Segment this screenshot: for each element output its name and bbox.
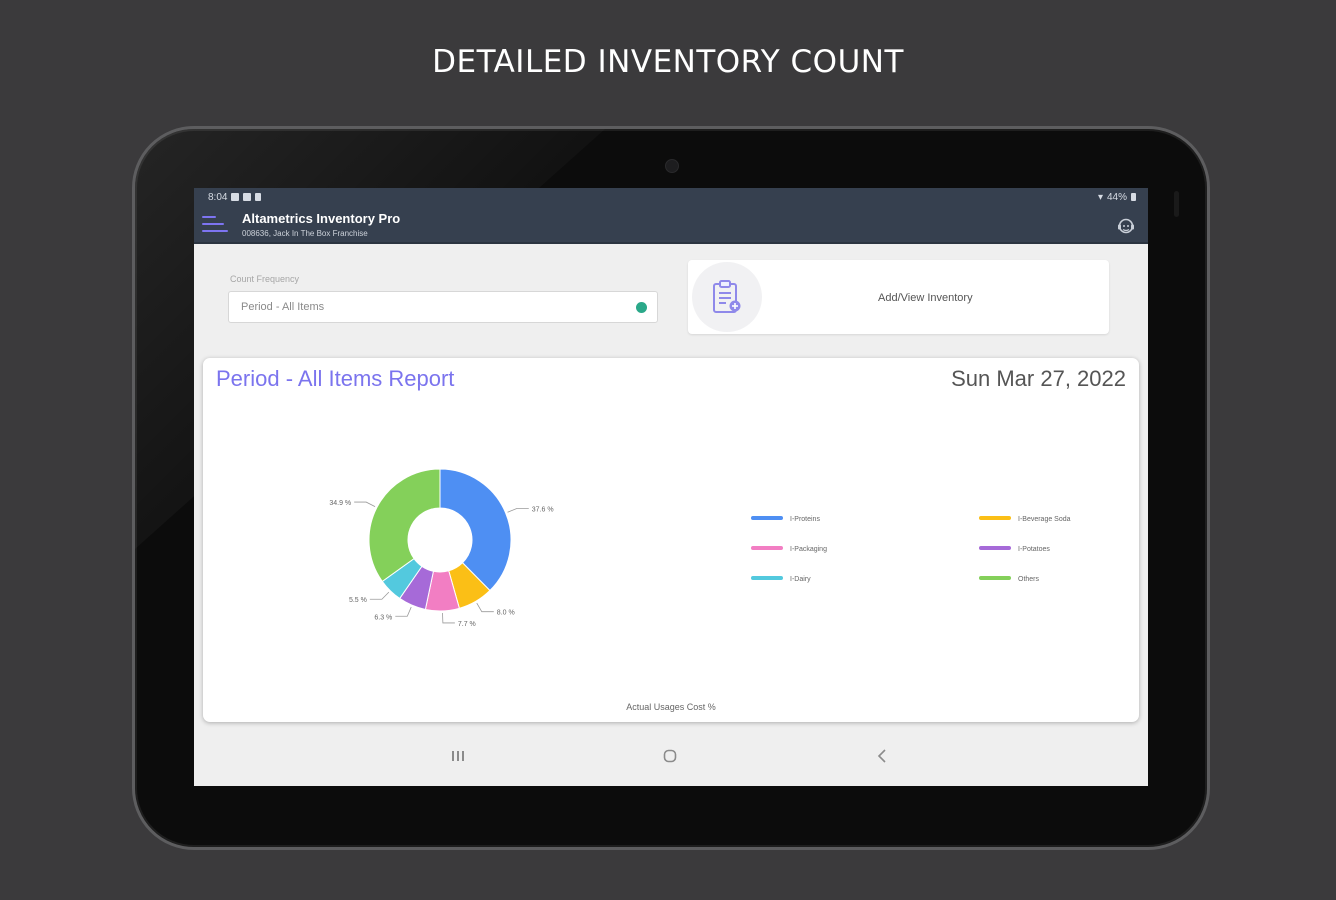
status-bar: 8:04 ▾ 44%: [194, 188, 1148, 206]
chart-x-label: Actual Usages Cost %: [626, 702, 716, 712]
legend-swatch-i-dairy: [751, 576, 783, 580]
battery-level: 44%: [1106, 191, 1127, 203]
dropdown-indicator-icon: [636, 302, 647, 313]
legend-label-others: Others: [1018, 576, 1040, 583]
data-label-i-beverage-soda: 8.0 %: [497, 610, 515, 617]
side-button: [1174, 191, 1179, 217]
system-nav-bar: [194, 728, 1148, 786]
notification-icon: [231, 193, 240, 201]
leader-line-i-beverage-soda: [476, 602, 494, 613]
support-headset-icon[interactable]: [1116, 216, 1136, 236]
legend-swatch-others: [979, 576, 1011, 580]
data-label-i-dairy: 5.5 %: [349, 597, 367, 604]
leader-line-i-potatoes: [395, 606, 412, 617]
legend-label-i-beverage-soda: I-Beverage Soda: [1018, 516, 1071, 523]
report-card: Period - All Items Report Sun Mar 27, 20…: [203, 358, 1139, 722]
donut-slice-others: [368, 468, 441, 583]
clipboard-icon: [713, 280, 741, 313]
data-label-i-packaging: 7.7 %: [458, 621, 476, 628]
legend-label-i-proteins: I-Proteins: [790, 516, 820, 523]
app-title-block: Altametrics Inventory Pro 008636, Jack I…: [242, 211, 400, 238]
clipboard-icon-circle: [692, 262, 762, 332]
data-label-i-proteins: 37.6 %: [532, 506, 554, 513]
count-frequency-value: Period - All Items: [241, 301, 325, 313]
battery-icon: [1131, 193, 1136, 201]
legend-label-i-packaging: I-Packaging: [790, 546, 827, 553]
status-time: 8:04: [208, 191, 228, 203]
legend-swatch-i-proteins: [751, 516, 783, 520]
legend-swatch-i-potatoes: [979, 546, 1011, 550]
legend-swatch-i-packaging: [751, 546, 783, 550]
count-frequency-label: Count Frequency: [230, 274, 300, 284]
count-frequency-select[interactable]: Period - All Items: [228, 291, 658, 323]
app-title: Altametrics Inventory Pro: [242, 210, 401, 226]
legend-label-i-potatoes: I-Potatoes: [1018, 546, 1050, 553]
leader-line-others: [354, 501, 376, 508]
store-name: 008636, Jack In The Box Franchise: [242, 228, 368, 238]
camera-icon: [665, 159, 679, 173]
leader-line-i-packaging: [442, 612, 455, 624]
legend-label-i-dairy: I-Dairy: [790, 576, 811, 583]
legend-swatch-i-beverage-soda: [979, 516, 1011, 520]
home-icon[interactable]: [660, 746, 680, 766]
app-screen: 8:04 ▾ 44% Altametrics Inventory Pro 008…: [194, 188, 1148, 786]
add-view-inventory-label: Add/View Inventory: [878, 292, 973, 304]
usage-donut-chart: 37.6 % 8.0 % 7.7 % 6.3 % 5.5 % 34.9 % I-Protei…: [329, 468, 1071, 628]
recent-apps-icon[interactable]: [448, 746, 468, 766]
add-view-inventory-card[interactable]: Add/View Inventory: [688, 260, 1109, 334]
data-label-i-potatoes: 6.3 %: [374, 614, 392, 621]
app-bar: Altametrics Inventory Pro 008636, Jack I…: [194, 206, 1148, 244]
leader-line-i-proteins: [507, 508, 529, 513]
back-icon[interactable]: [872, 746, 892, 766]
data-label-others: 34.9 %: [329, 500, 351, 507]
leader-line-i-dairy: [369, 591, 390, 600]
wifi-icon: ▾: [1097, 191, 1103, 203]
storage-icon: [255, 193, 262, 201]
hamburger-menu-icon[interactable]: [202, 212, 230, 236]
gallery-icon: [243, 193, 252, 201]
promo-headline: DETAILED INVENTORY COUNT: [432, 44, 904, 80]
